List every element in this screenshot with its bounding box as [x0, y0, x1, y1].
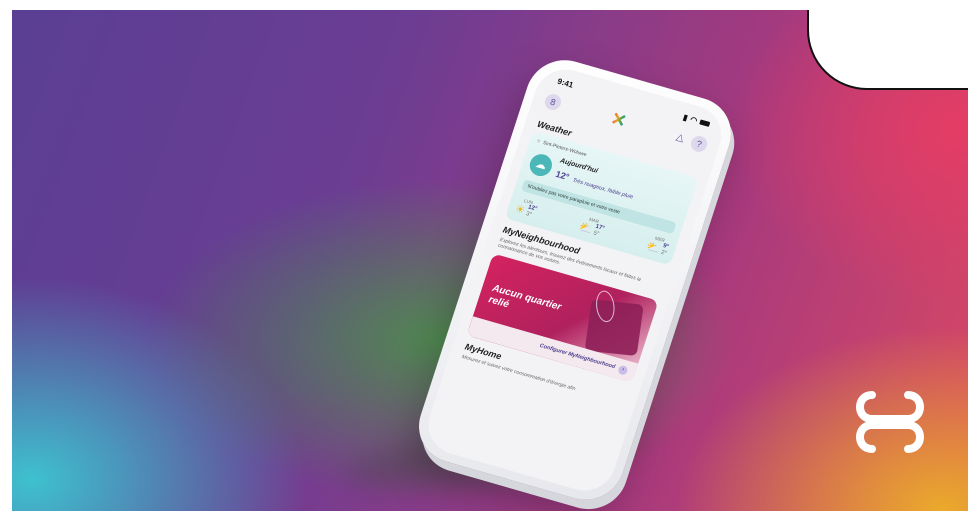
signal-icon: ▮: [681, 112, 689, 123]
forecast-low: 2°: [659, 249, 668, 258]
neighbourhood-card-title: Aucun quartier relié: [487, 282, 563, 313]
brand-logo-icon: [856, 391, 924, 453]
partly-cloudy-icon: ⛅: [577, 220, 595, 237]
app-bar-actions: △ ?: [674, 129, 710, 154]
location-pin-icon: ⌾: [536, 138, 541, 145]
app-logo-icon: ✕: [608, 108, 630, 132]
bell-icon[interactable]: △: [675, 132, 686, 145]
help-icon[interactable]: ?: [689, 133, 710, 154]
profile-icon[interactable]: 8: [542, 91, 564, 112]
forecast-day: MER ⛅ 9° 2°: [645, 234, 671, 258]
phone-screen: 9:41 ▮ ◠ 8 ✕ △ ? Weather ⌾ Sint-Pieters-…: [420, 62, 730, 498]
today-temp: 12°: [554, 168, 571, 183]
battery-icon: [699, 119, 711, 127]
forecast-temps: 12° 3°: [525, 204, 538, 220]
wifi-icon: ◠: [688, 114, 699, 126]
promo-banner: 9:41 ▮ ◠ 8 ✕ △ ? Weather ⌾ Sint-Pieters-…: [12, 10, 968, 511]
forecast-day: MAR ⛅ 17° 5°: [577, 215, 607, 240]
forecast-day: LUN ☀ 12° 3°: [513, 196, 539, 220]
rain-cloud-icon: ☁: [527, 151, 555, 179]
forecast-temps: 17° 5°: [592, 224, 605, 240]
speech-bubble-decoration: [807, 10, 968, 90]
partly-cloudy-icon: ⛅: [644, 240, 662, 256]
phone-mockup: 9:41 ▮ ◠ 8 ✕ △ ? Weather ⌾ Sint-Pieters-…: [409, 51, 741, 509]
arrow-right-icon[interactable]: ›: [617, 364, 629, 376]
